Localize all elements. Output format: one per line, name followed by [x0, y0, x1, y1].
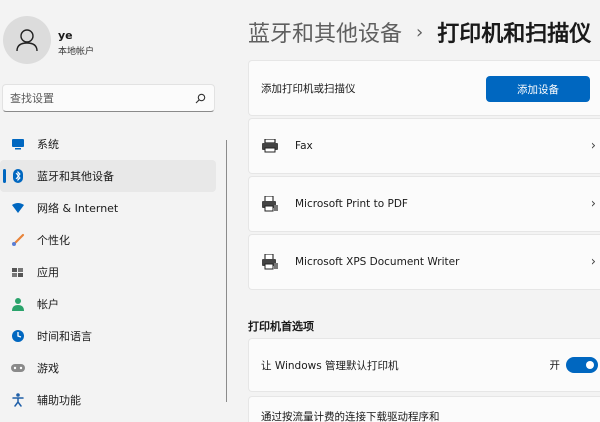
paintbrush-icon: [11, 233, 25, 247]
metered-download-setting: 通过按流量计费的连接下载驱动程序和: [248, 396, 600, 422]
add-printer-label: 添加打印机或扫描仪: [261, 82, 356, 95]
sidebar-item-personalization[interactable]: 个性化: [0, 224, 216, 256]
accessibility-icon: [11, 393, 25, 407]
printer-icon: [261, 196, 281, 212]
search-input[interactable]: [10, 91, 193, 105]
person-icon: [11, 297, 25, 311]
monitor-icon: [11, 137, 25, 151]
page-title: 打印机和扫描仪: [437, 22, 592, 47]
sidebar-item-network[interactable]: 网络 & Internet: [0, 192, 216, 224]
apps-icon: [11, 265, 25, 279]
sidebar-item-gaming[interactable]: 游戏: [0, 352, 216, 384]
sidebar-item-apps[interactable]: 应用: [0, 256, 216, 288]
printer-name: Microsoft Print to PDF: [295, 198, 408, 210]
sidebar-item-label: 网络 & Internet: [37, 202, 119, 215]
sidebar-nav: 系统 蓝牙和其他设备 网络 & Internet 个性化 应用 帐户 时间和语言…: [0, 128, 216, 416]
chevron-right-icon: ›: [590, 138, 596, 154]
printer-name: Microsoft XPS Document Writer: [295, 256, 460, 268]
printer-item-xps[interactable]: Microsoft XPS Document Writer ›: [248, 234, 600, 290]
add-device-button[interactable]: 添加设备: [486, 76, 590, 102]
breadcrumb: 蓝牙和其他设备 › 打印机和扫描仪: [248, 16, 591, 48]
default-printer-setting: 让 Windows 管理默认打印机 开: [248, 338, 600, 392]
sidebar-item-label: 时间和语言: [37, 330, 92, 343]
chevron-right-icon: ›: [590, 196, 596, 212]
sidebar-item-label: 帐户: [37, 298, 59, 311]
sidebar-item-system[interactable]: 系统: [0, 128, 216, 160]
person-icon: [16, 29, 38, 52]
chevron-right-icon: ›: [590, 254, 596, 270]
bluetooth-icon: [11, 169, 25, 183]
sidebar-item-label: 系统: [37, 138, 59, 151]
sidebar-item-label: 个性化: [37, 234, 70, 247]
toggle-knob: [586, 361, 594, 369]
printer-preferences-heading: 打印机首选项: [248, 320, 314, 333]
sidebar-item-time-language[interactable]: 时间和语言: [0, 320, 216, 352]
account-type: 本地帐户: [58, 47, 95, 57]
default-printer-toggle[interactable]: [566, 357, 598, 373]
globe-clock-icon: [11, 329, 25, 343]
metered-download-label: 通过按流量计费的连接下载驱动程序和: [261, 411, 440, 422]
add-printer-card: 添加打印机或扫描仪 添加设备: [248, 60, 600, 116]
sidebar-item-label: 应用: [37, 266, 59, 279]
user-name: ye: [58, 29, 73, 42]
sidebar-item-label: 辅助功能: [37, 394, 81, 407]
wifi-icon: [11, 201, 25, 215]
printer-icon: [261, 254, 281, 270]
search-icon[interactable]: [193, 91, 207, 105]
breadcrumb-separator: ›: [416, 21, 424, 43]
sidebar-item-label: 蓝牙和其他设备: [37, 170, 114, 183]
sidebar-item-accounts[interactable]: 帐户: [0, 288, 216, 320]
fax-icon: [261, 138, 281, 154]
sidebar-item-bluetooth-devices[interactable]: 蓝牙和其他设备: [0, 160, 216, 192]
default-printer-label: 让 Windows 管理默认打印机: [261, 359, 399, 372]
breadcrumb-parent[interactable]: 蓝牙和其他设备: [248, 16, 402, 48]
sidebar-item-accessibility[interactable]: 辅助功能: [0, 384, 216, 416]
toggle-state-label: 开: [549, 359, 561, 372]
sidebar-item-label: 游戏: [37, 362, 59, 375]
sidebar-scrollbar[interactable]: [226, 140, 227, 402]
avatar[interactable]: [3, 16, 51, 64]
printer-item-pdf[interactable]: Microsoft Print to PDF ›: [248, 176, 600, 232]
gamepad-icon: [11, 361, 25, 375]
printer-item-fax[interactable]: Fax ›: [248, 118, 600, 174]
search-box[interactable]: [2, 84, 215, 112]
printer-name: Fax: [295, 140, 313, 152]
